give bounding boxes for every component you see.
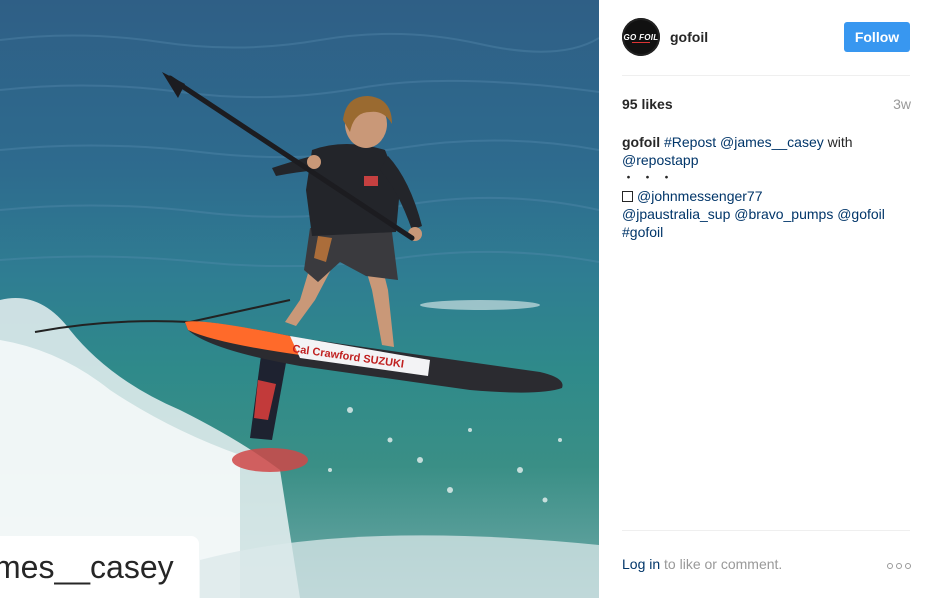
caption-line-6: #gofoil	[622, 223, 910, 241]
post-header: GO FOIL gofoil Follow	[622, 18, 910, 56]
post-side-panel: GO FOIL gofoil Follow 95 likes 3w gofoil…	[599, 0, 933, 598]
post-time[interactable]: 3w	[893, 96, 911, 112]
caption-line-4: @johnmessenger77	[622, 187, 910, 205]
avatar[interactable]: GO FOIL	[622, 18, 660, 56]
mention-link-gofoil[interactable]: @gofoil	[837, 206, 885, 222]
login-prompt-text: to like or comment.	[660, 556, 783, 572]
post-photo[interactable]: Cal Crawford SUZUKI mes__casey	[0, 0, 599, 598]
caption-dots: ・・・	[622, 170, 680, 185]
mention-link-johnmessenger77[interactable]: @johnmessenger77	[637, 188, 763, 204]
caption-author-link[interactable]: gofoil	[622, 134, 660, 150]
caption-line-1: gofoil #Repost @james__casey with	[622, 133, 910, 151]
square-icon	[622, 191, 633, 202]
follow-button[interactable]: Follow	[844, 22, 910, 52]
hashtag-link-repost[interactable]: #Repost	[664, 134, 716, 150]
tagged-user-text: mes__casey	[0, 549, 174, 585]
login-link[interactable]: Log in	[622, 556, 660, 572]
divider	[622, 75, 910, 76]
caption-line-2: @repostapp	[622, 151, 910, 169]
avatar-logo-text: GO FOIL	[623, 32, 659, 42]
caption-text-with: with	[827, 134, 853, 150]
hashtag-link-gofoil[interactable]: #gofoil	[622, 224, 663, 240]
mention-link-james-casey[interactable]: @james__casey	[720, 134, 824, 150]
dot	[905, 563, 911, 569]
tagged-user-overlay[interactable]: mes__casey	[0, 536, 199, 598]
mention-link-repostapp[interactable]: @repostapp	[622, 152, 698, 168]
more-options-icon[interactable]	[887, 562, 911, 570]
mention-link-bravo-pumps[interactable]: @bravo_pumps	[734, 206, 833, 222]
surf-scene-illustration: Cal Crawford SUZUKI	[0, 32, 599, 598]
likes-count[interactable]: 95 likes	[622, 96, 673, 112]
username-link[interactable]: gofoil	[670, 29, 708, 45]
mention-link-jpaustralia-sup[interactable]: @jpaustralia_sup	[622, 206, 730, 222]
divider	[622, 530, 910, 531]
dot	[887, 563, 893, 569]
login-prompt: Log in to like or comment.	[622, 556, 782, 572]
dot	[896, 563, 902, 569]
caption-line-5: @jpaustralia_sup @bravo_pumps @gofoil	[622, 205, 910, 223]
caption: gofoil #Repost @james__casey with @repos…	[622, 133, 910, 241]
